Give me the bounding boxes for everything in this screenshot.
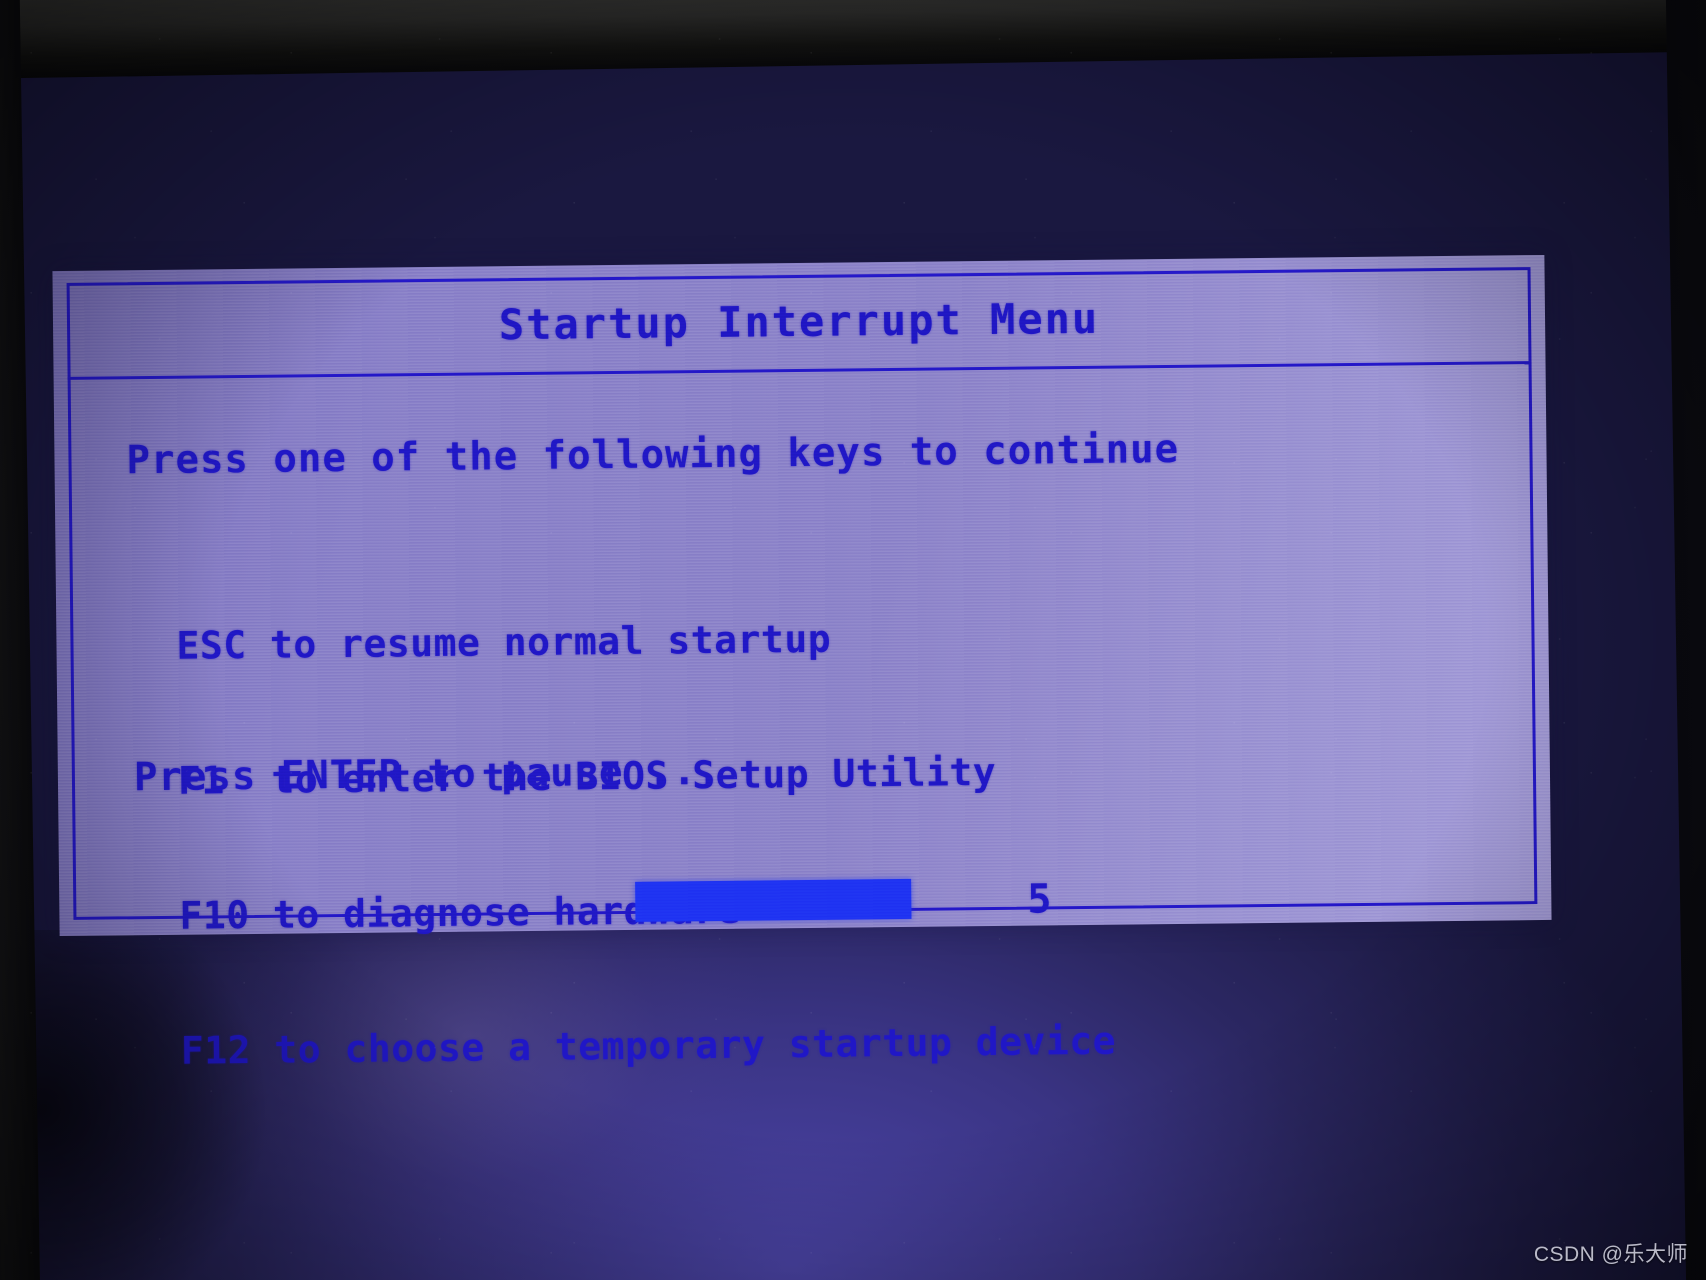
key-option-f12[interactable]: F12 to choose a temporary startup device: [181, 1019, 1117, 1074]
startup-interrupt-dialog: Startup Interrupt Menu Press one of the …: [52, 254, 1552, 1073]
countdown-timer: 5: [1027, 876, 1052, 923]
boot-progress-fill: [635, 878, 912, 922]
pause-hint-text: Press ENTER to pause ...: [133, 748, 722, 801]
photo-stage: Startup Interrupt Menu Press one of the …: [0, 0, 1706, 1280]
key-option-esc[interactable]: ESC to resume normal startup: [176, 614, 1112, 669]
watermark-text: CSDN @乐大师: [1533, 1243, 1688, 1266]
key-options-list: ESC to resume normal startup F1 to enter…: [175, 524, 1117, 1164]
